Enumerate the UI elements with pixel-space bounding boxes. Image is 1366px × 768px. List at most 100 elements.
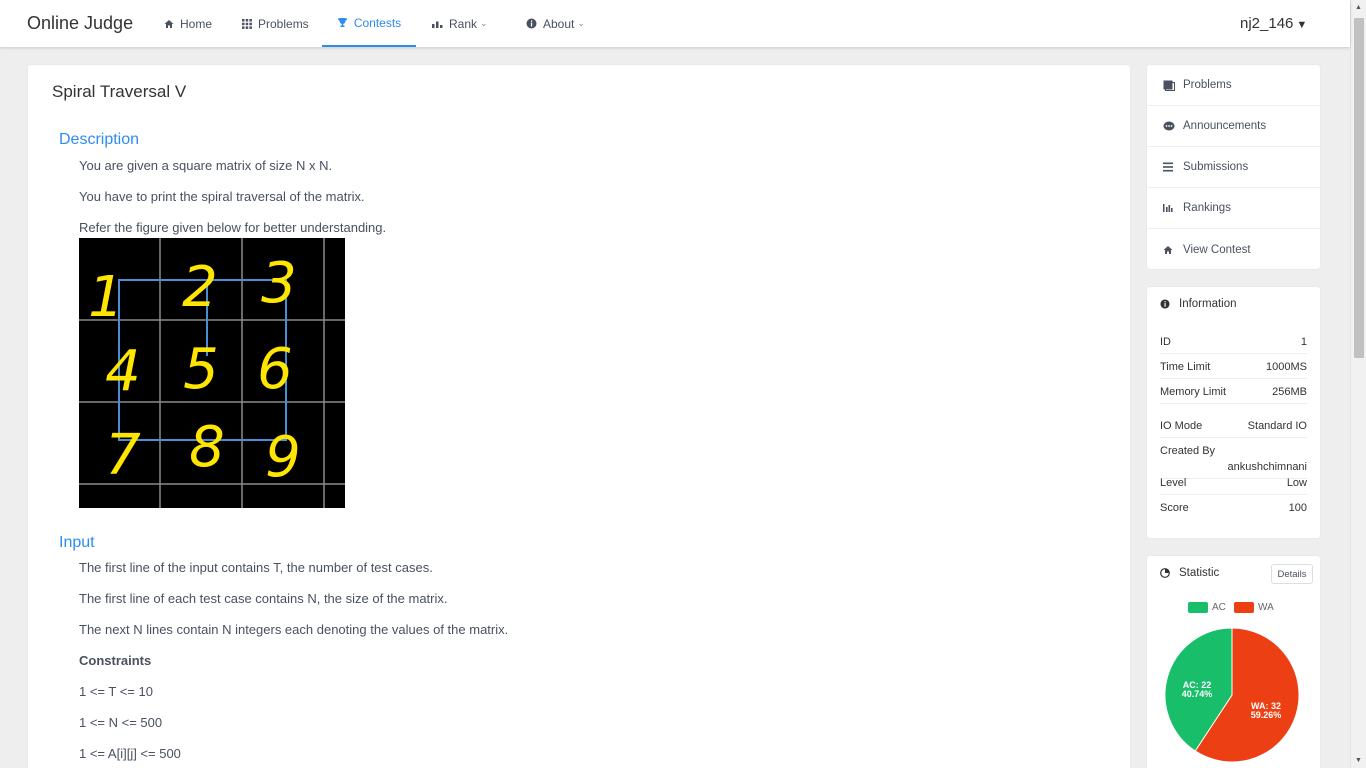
menu-announcements-label: Announcements xyxy=(1183,120,1267,132)
info-key: Score xyxy=(1160,502,1189,514)
legend-swatch-ac xyxy=(1188,602,1208,613)
figure-digit: 4 xyxy=(105,339,141,404)
info-row-io-mode: IO Mode Standard IO xyxy=(1160,420,1307,438)
nav-about[interactable]: About ⌄ xyxy=(526,0,585,47)
page-scrollbar[interactable]: ▲ ▼ xyxy=(1350,0,1366,768)
info-icon xyxy=(526,18,537,29)
spiral-figure-drawing: 1 2 3 4 5 6 7 8 9 xyxy=(79,238,345,508)
username: nj2_146 xyxy=(1240,15,1294,32)
info-value: 1 xyxy=(1300,336,1307,348)
spiral-figure: 1 2 3 4 5 6 7 8 9 xyxy=(79,238,345,508)
info-key: ID xyxy=(1160,336,1171,348)
information-card: Information ID 1 Time Limit 1000MS Memor… xyxy=(1146,286,1321,539)
scroll-down-icon[interactable]: ▼ xyxy=(1355,757,1362,764)
menu-submissions[interactable]: Submissions xyxy=(1147,147,1320,188)
info-value: Low xyxy=(1286,477,1307,489)
menu-rankings-label: Rankings xyxy=(1183,202,1231,214)
info-value: 1000MS xyxy=(1266,361,1307,373)
info-key: Level xyxy=(1160,477,1187,489)
figure-digit: 6 xyxy=(257,337,293,402)
description-line: Refer the figure given below for better … xyxy=(79,220,387,235)
statistic-header: Statistic xyxy=(1160,567,1219,579)
figure-digit: 8 xyxy=(189,415,225,480)
statistic-pie-chart: AC: 22 40.74% WA: 32 59.26% xyxy=(1164,627,1300,763)
info-value: ankushchimnani xyxy=(1227,461,1308,473)
bar-chart-icon xyxy=(432,19,443,29)
chevron-down-icon: ⌄ xyxy=(577,18,585,28)
trophy-icon xyxy=(337,17,348,28)
constraint-line: 1 <= A[i][j] <= 500 xyxy=(79,746,181,761)
legend-label: WA xyxy=(1258,602,1274,613)
menu-submissions-label: Submissions xyxy=(1183,161,1249,173)
caret-down-icon: ▼ xyxy=(1296,19,1308,31)
problem-title: Spiral Traversal V xyxy=(52,82,187,101)
menu-problems[interactable]: Problems xyxy=(1147,65,1320,106)
menu-announcements[interactable]: Announcements xyxy=(1147,106,1320,147)
constraints-heading: Constraints xyxy=(79,653,152,668)
nav-problems-label: Problems xyxy=(258,16,309,31)
bar-chart-icon xyxy=(1163,203,1183,213)
pie-label-wa-pct: 59.26% xyxy=(1251,710,1282,720)
statistic-title: Statistic xyxy=(1179,567,1220,579)
problem-panel: Spiral Traversal V Description You are g… xyxy=(27,64,1131,768)
info-value: 256MB xyxy=(1272,386,1307,398)
nav-contests-label: Contests xyxy=(353,15,402,30)
top-navbar: Online Judge Home Problems Contests Rank… xyxy=(0,0,1350,47)
figure-digit: 5 xyxy=(183,337,219,402)
problems-icon xyxy=(1163,80,1183,91)
description-heading: Description xyxy=(59,131,140,148)
user-menu[interactable]: nj2_146 ▼ xyxy=(1240,15,1307,32)
nav-problems[interactable]: Problems xyxy=(242,0,309,47)
info-value: Standard IO xyxy=(1247,420,1307,432)
nav-rank-label: Rank xyxy=(449,16,478,31)
statistic-card: Statistic Details AC WA AC: 22 40.74% WA… xyxy=(1146,555,1321,768)
figure-digit: 1 xyxy=(88,265,124,330)
legend-label: AC xyxy=(1212,602,1226,613)
nav-home-label: Home xyxy=(180,16,213,31)
figure-digit: 9 xyxy=(265,425,301,490)
legend-item-wa[interactable]: WA xyxy=(1234,602,1274,613)
info-key: IO Mode xyxy=(1160,420,1203,432)
site-logo[interactable]: Online Judge xyxy=(27,13,133,34)
nav-contests[interactable]: Contests xyxy=(322,0,416,47)
info-row-memory-limit: Memory Limit 256MB xyxy=(1160,386,1307,404)
legend-swatch-wa xyxy=(1234,602,1254,613)
figure-digit: 3 xyxy=(261,251,297,316)
constraint-line: 1 <= N <= 500 xyxy=(79,715,163,730)
info-row-level: Level Low xyxy=(1160,477,1307,495)
menu-problems-label: Problems xyxy=(1183,79,1232,91)
info-icon xyxy=(1160,299,1179,309)
info-value: 100 xyxy=(1288,502,1307,514)
figure-digit: 7 xyxy=(105,423,141,488)
pie-chart-icon xyxy=(1160,568,1179,578)
contest-menu-card: Problems Announcements Submissions Ranki… xyxy=(1146,64,1321,270)
nav-rank[interactable]: Rank ⌄ xyxy=(432,0,488,47)
info-row-time-limit: Time Limit 1000MS xyxy=(1160,361,1307,379)
nav-home[interactable]: Home xyxy=(164,0,212,47)
legend-item-ac[interactable]: AC xyxy=(1188,602,1226,613)
info-row-id: ID 1 xyxy=(1160,336,1307,354)
information-title: Information xyxy=(1179,298,1237,310)
description-line: You have to print the spiral traversal o… xyxy=(79,189,365,204)
chevron-down-icon: ⌄ xyxy=(480,18,488,28)
menu-view-contest-label: View Contest xyxy=(1183,243,1251,256)
menu-view-contest[interactable]: View Contest xyxy=(1147,229,1320,270)
input-heading: Input xyxy=(59,534,95,551)
announcement-icon xyxy=(1163,121,1183,132)
constraint-line: 1 <= T <= 10 xyxy=(79,684,153,699)
details-button[interactable]: Details xyxy=(1271,564,1313,584)
home-icon xyxy=(164,19,174,29)
list-icon xyxy=(1163,162,1183,172)
scrollbar-thumb[interactable] xyxy=(1354,18,1364,358)
menu-rankings[interactable]: Rankings xyxy=(1147,188,1320,229)
input-line: The next N lines contain N integers each… xyxy=(79,622,509,637)
info-row-score: Score 100 xyxy=(1160,502,1307,514)
grid-icon xyxy=(242,18,252,29)
description-line: You are given a square matrix of size N … xyxy=(79,158,333,173)
figure-digit: 2 xyxy=(182,255,218,320)
information-header: Information xyxy=(1160,298,1237,310)
home-icon xyxy=(1163,245,1183,255)
scroll-up-icon[interactable]: ▲ xyxy=(1355,4,1362,11)
info-key: Time Limit xyxy=(1160,361,1211,373)
info-key: Created By xyxy=(1160,445,1216,457)
